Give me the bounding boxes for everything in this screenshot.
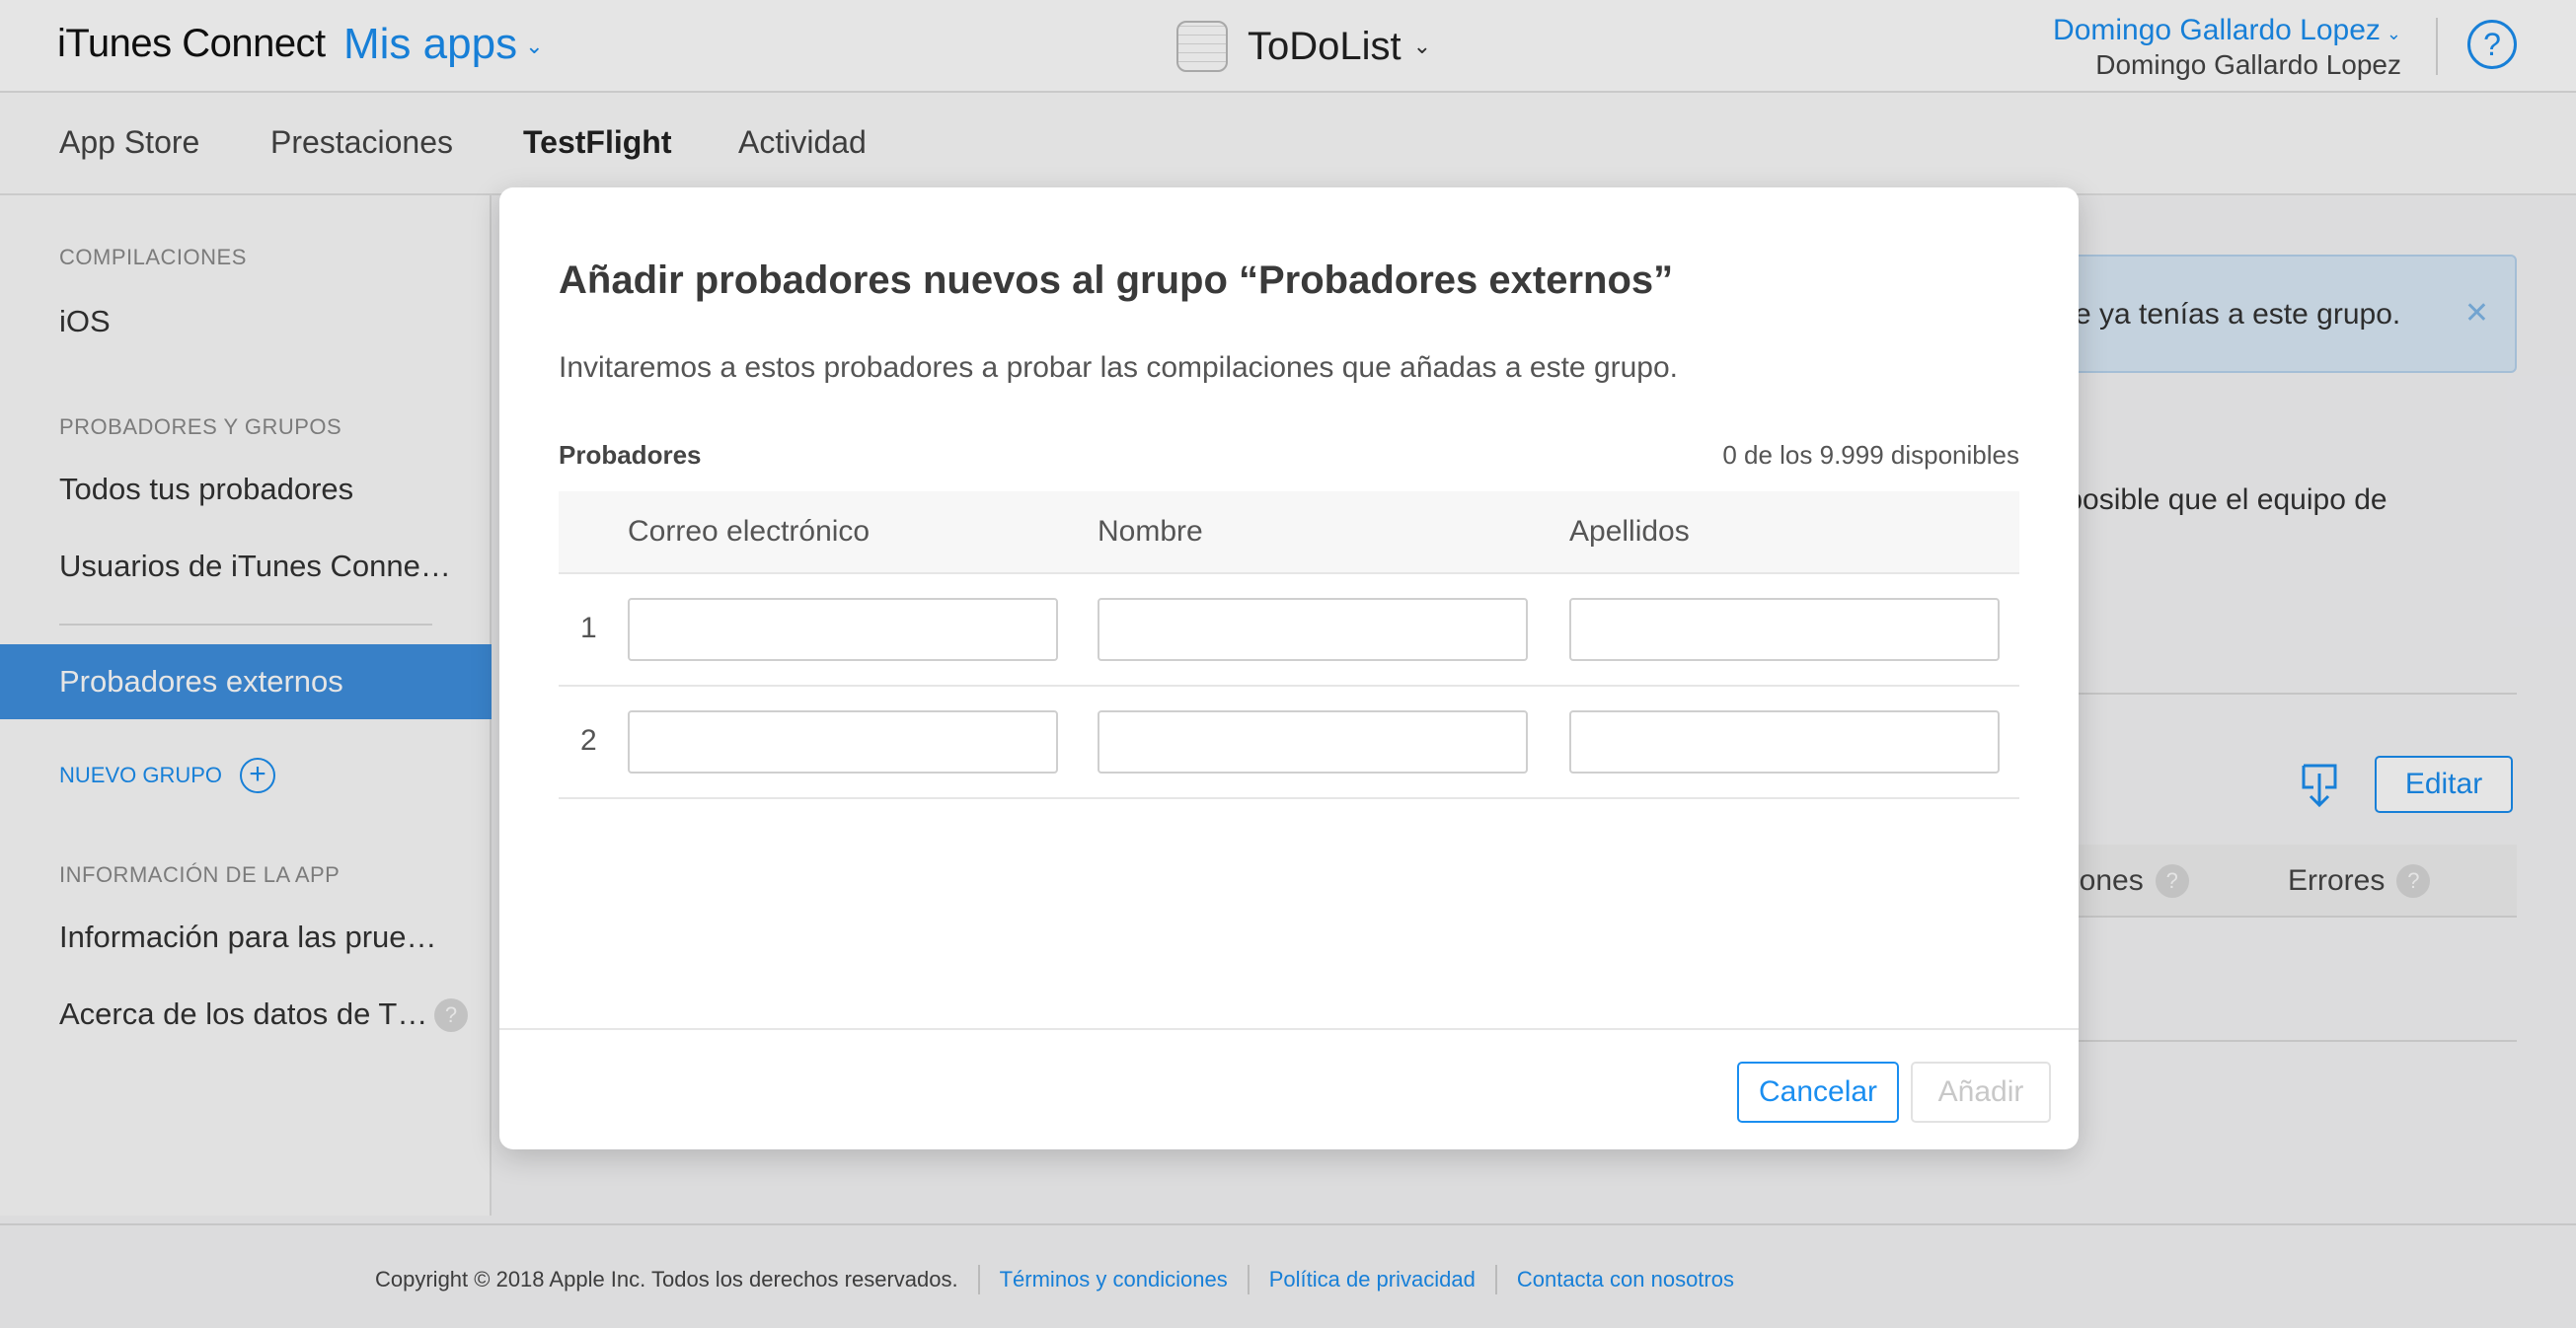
table-row: 1: [559, 574, 2019, 687]
dialog-title: Añadir probadores nuevos al grupo “Proba…: [559, 258, 1674, 302]
table-row: 2: [559, 687, 2019, 799]
add-button[interactable]: Añadir: [1911, 1062, 2051, 1123]
add-testers-dialog: Añadir probadores nuevos al grupo “Proba…: [499, 187, 2079, 1149]
first-name-field[interactable]: [1098, 710, 1528, 774]
column-first-name: Nombre: [1098, 515, 1203, 548]
first-name-field[interactable]: [1098, 598, 1528, 661]
cancel-button[interactable]: Cancelar: [1737, 1062, 1899, 1123]
email-field[interactable]: [628, 598, 1058, 661]
testers-input-table: Correo electrónico Nombre Apellidos 1 2: [559, 491, 2019, 799]
dialog-footer: Cancelar Añadir: [499, 1028, 2079, 1149]
column-last-name: Apellidos: [1569, 515, 1690, 548]
column-email: Correo electrónico: [628, 515, 871, 548]
dialog-description: Invitaremos a estos probadores a probar …: [559, 351, 1679, 384]
table-header: Correo electrónico Nombre Apellidos: [559, 491, 2019, 574]
row-number: 1: [580, 612, 597, 644]
testers-label: Probadores: [559, 440, 702, 470]
last-name-field[interactable]: [1569, 598, 2000, 661]
email-field[interactable]: [628, 710, 1058, 774]
available-count: 0 de los 9.999 disponibles: [1722, 440, 2019, 470]
last-name-field[interactable]: [1569, 710, 2000, 774]
row-number: 2: [580, 724, 597, 757]
